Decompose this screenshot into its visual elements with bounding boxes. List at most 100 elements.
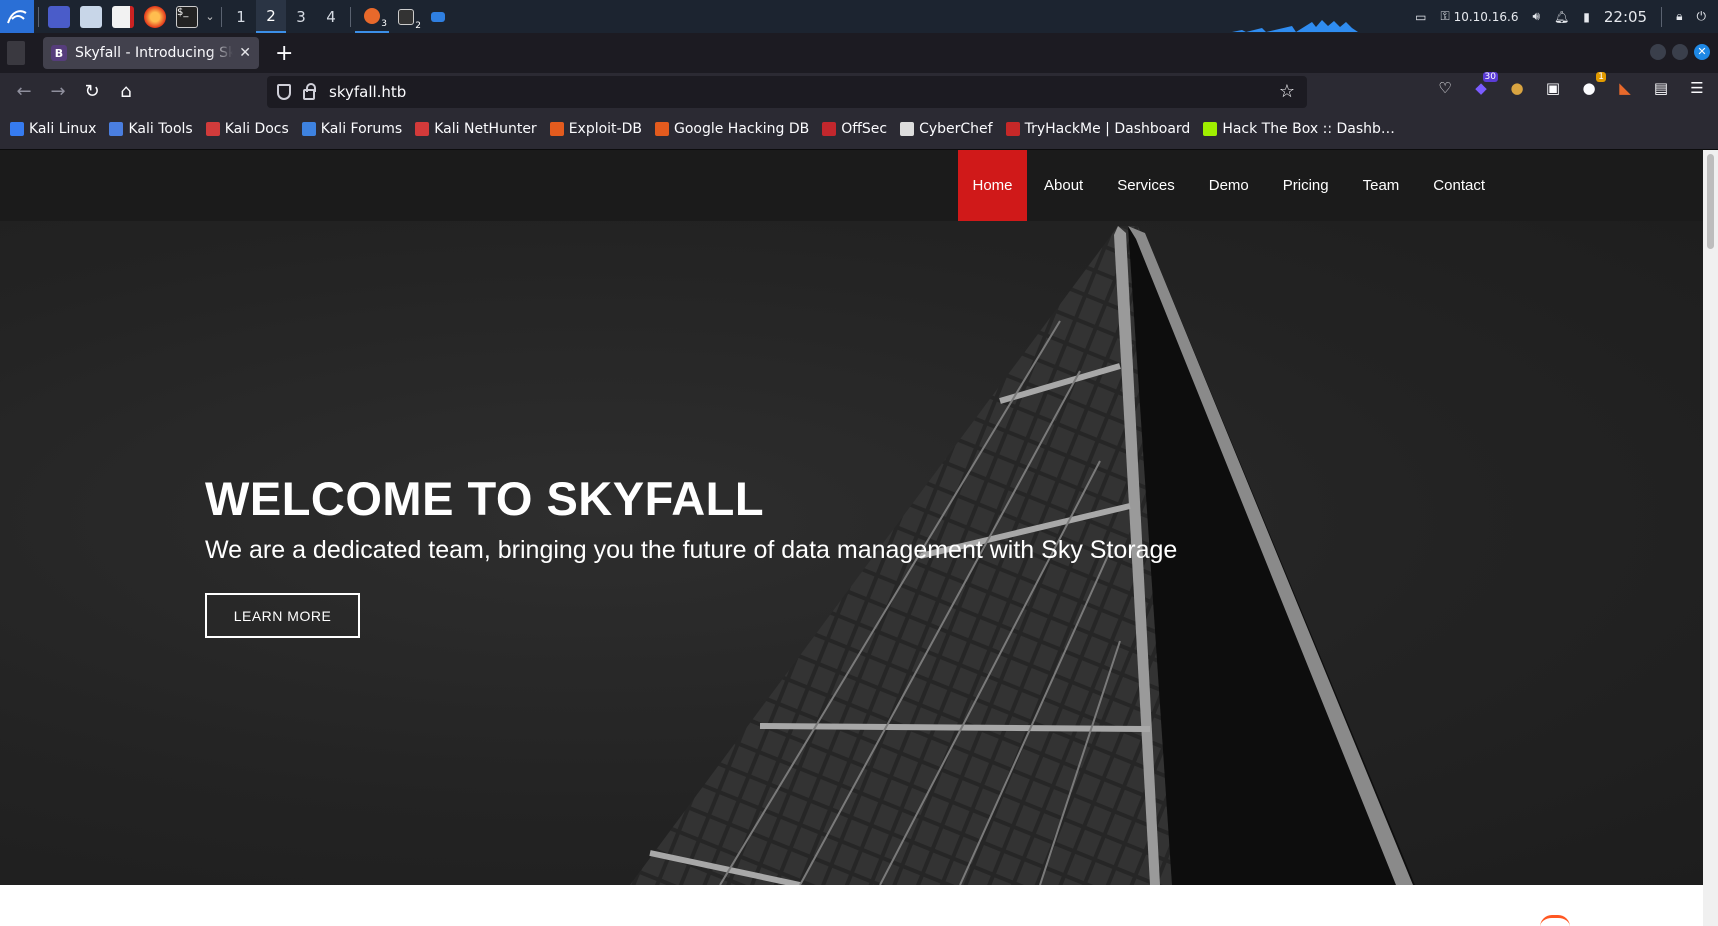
chevron-down-icon[interactable]: ⌄ (203, 0, 217, 33)
bookmark-label: Kali Forums (320, 121, 403, 137)
power-icon[interactable]: ⏻ (1697, 9, 1707, 24)
minimize-button[interactable] (1650, 44, 1666, 60)
bootstrap-favicon-icon: B (51, 45, 67, 61)
maximize-button[interactable] (1672, 44, 1688, 60)
workspace-2[interactable]: 2 (256, 0, 286, 33)
show-desktop-icon[interactable] (48, 5, 70, 28)
bookmark-item[interactable]: Kali Tools (109, 121, 193, 137)
page-scrollbar[interactable] (1703, 150, 1718, 926)
bookmark-item[interactable]: Kali NetHunter (415, 121, 537, 137)
display-icon[interactable]: ▭ (1415, 10, 1426, 24)
pocket-icon[interactable]: ♡ (1434, 77, 1456, 99)
workspace-1[interactable]: 1 (226, 0, 256, 33)
terminal-window-button[interactable]: 2 (389, 0, 423, 33)
folder-icon (431, 11, 445, 22)
volume-icon[interactable]: 🔊︎ (1532, 9, 1540, 24)
clock[interactable]: 22:05 (1604, 8, 1647, 26)
cpu-graph (1232, 20, 1358, 32)
learn-more-button[interactable]: LEARN MORE (205, 593, 360, 638)
tracking-protection-icon[interactable] (277, 84, 291, 100)
kali-tools-icon (109, 122, 124, 136)
notification-bell-icon[interactable]: 🔔︎ (1554, 10, 1569, 24)
next-section (0, 885, 1703, 926)
nav-link-home[interactable]: Home (958, 150, 1027, 221)
cyberchef-icon (900, 122, 915, 136)
bookmark-item[interactable]: Kali Forums (301, 121, 403, 137)
bookmark-label: Kali Tools (128, 121, 193, 137)
site-lock-icon[interactable] (303, 82, 316, 100)
window-count-badge: 3 (379, 19, 389, 29)
site-navbar: Home About Services Demo Pricing Team Contact (0, 150, 1703, 221)
bookmark-label: OffSec (841, 121, 888, 137)
bookmark-item[interactable]: CyberChef (900, 121, 993, 137)
sidebar-toggle-icon[interactable] (7, 41, 25, 65)
cookie-icon[interactable]: ● (1506, 77, 1528, 99)
nav-link-team[interactable]: Team (1346, 150, 1417, 221)
nav-link-pricing[interactable]: Pricing (1266, 150, 1346, 221)
kali-menu-icon[interactable] (0, 0, 34, 33)
scrollbar-thumb[interactable] (1707, 154, 1714, 249)
bookmark-label: Kali NetHunter (434, 121, 537, 137)
url-text[interactable]: skyfall.htb (329, 83, 406, 101)
workspace-3[interactable]: 3 (286, 0, 316, 33)
nav-link-contact[interactable]: Contact (1416, 150, 1502, 221)
menu-hamburger-icon[interactable]: ☰ (1686, 77, 1708, 99)
ghdb-icon (654, 122, 669, 136)
bookmark-label: Kali Docs (224, 121, 289, 137)
bookmark-item[interactable]: TryHackMe | Dashboard (1005, 121, 1190, 137)
nethunter-icon (415, 122, 430, 136)
bookmark-label: Google Hacking DB (673, 121, 810, 137)
extension-dark-icon[interactable]: ● 1 (1578, 72, 1606, 99)
lock-icon[interactable]: 🔒︎ (1676, 9, 1682, 24)
window-count-badge: 2 (413, 21, 423, 31)
tab-title: Skyfall - Introducing Sky Storage! (75, 45, 234, 61)
text-editor-icon[interactable] (112, 5, 134, 28)
firefox-icon[interactable] (144, 5, 166, 28)
bookmark-star-icon[interactable]: ☆ (1279, 81, 1295, 102)
bookmark-item[interactable]: Exploit-DB (549, 121, 642, 137)
panel-separator (38, 6, 39, 27)
nav-link-demo[interactable]: Demo (1192, 150, 1266, 221)
hero-subtitle: We are a dedicated team, bringing you th… (205, 536, 1178, 564)
bookmark-item[interactable]: Google Hacking DB (654, 121, 810, 137)
folder-window-button[interactable] (423, 0, 453, 33)
panel-separator (350, 6, 351, 27)
bookmark-label: CyberChef (919, 121, 993, 137)
nav-link-about[interactable]: About (1027, 150, 1100, 221)
bookmark-item[interactable]: OffSec (822, 121, 887, 137)
workspace-4[interactable]: 4 (316, 0, 346, 33)
forward-arrow-icon[interactable]: → (41, 76, 75, 106)
navigation-toolbar: ← → ↻ ⌂ skyfall.htb ☆ ♡ ◆ 30 ● ▣ ● 1 ◣ ▤ ☰ (0, 72, 1718, 109)
exploit-db-icon (549, 122, 564, 136)
terminal-icon[interactable]: $_ (176, 5, 198, 28)
web-page: Home About Services Demo Pricing Team Contact (0, 150, 1703, 926)
bookmark-item[interactable]: Kali Docs (205, 121, 289, 137)
new-tab-icon[interactable]: + (275, 41, 293, 66)
bookmark-item[interactable]: Hack The Box :: Dashb… (1203, 121, 1395, 137)
back-arrow-icon[interactable]: ← (7, 76, 41, 106)
battery-icon[interactable]: ▮ (1583, 10, 1590, 24)
file-manager-icon[interactable] (80, 5, 102, 28)
foxyproxy-icon[interactable]: ◣ (1614, 77, 1636, 99)
wappalyzer-icon[interactable]: ▣ (1542, 77, 1564, 99)
extension-shield-icon[interactable]: ◆ 30 (1470, 72, 1498, 99)
url-bar[interactable]: skyfall.htb ☆ (267, 76, 1307, 108)
burp-window-button[interactable]: 3 (355, 0, 389, 33)
panel-separator (1661, 6, 1663, 27)
nav-link-services[interactable]: Services (1100, 150, 1192, 221)
bookmark-item[interactable]: Kali Linux (10, 121, 96, 137)
tryhackme-icon (1005, 122, 1020, 136)
bookmark-label: Hack The Box :: Dashb… (1222, 121, 1395, 137)
section-decoration-icon (1540, 915, 1570, 926)
close-window-button[interactable]: ✕ (1694, 44, 1710, 60)
reload-icon[interactable]: ↻ (75, 76, 109, 106)
kali-docs-icon (205, 122, 220, 136)
extension-count-badge: 1 (1596, 72, 1606, 82)
home-icon[interactable]: ⌂ (109, 76, 143, 106)
browser-tab[interactable]: B Skyfall - Introducing Sky Storage! ✕ (43, 37, 259, 69)
reader-icon[interactable]: ▤ (1650, 77, 1672, 99)
tab-close-icon[interactable]: ✕ (239, 45, 251, 61)
kali-forums-icon (301, 122, 316, 136)
vpn-icon[interactable]: ⚿ (1440, 9, 1449, 24)
bookmark-label: Kali Linux (29, 121, 97, 137)
